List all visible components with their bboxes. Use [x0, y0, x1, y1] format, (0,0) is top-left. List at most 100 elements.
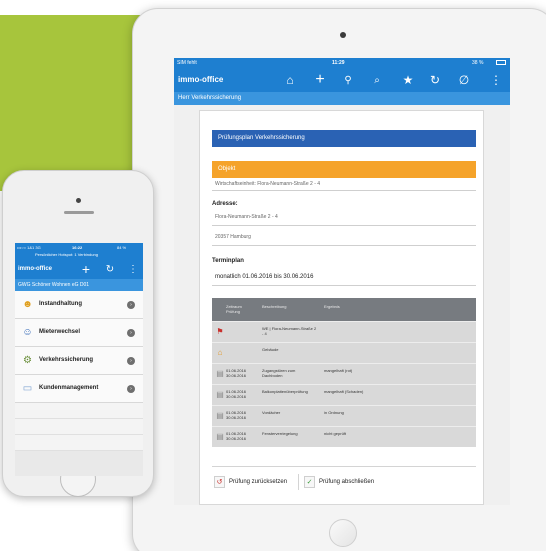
grid-row[interactable]: ⌂ Gebäude [212, 342, 476, 363]
grid-row[interactable]: ▤ 01.06.2016 30.06.2016 Zugangstüren zum… [212, 363, 476, 384]
building-icon: ⌂ [217, 348, 223, 357]
grid-header: Zeitraum Prüfung Beschreibung Ergebnis [212, 298, 476, 321]
search-icon[interactable]: ⌕ [369, 72, 385, 88]
card-icon: ▭ [22, 383, 33, 394]
grid-col-result: Ergebnis [324, 304, 340, 309]
menu-item-label: Kundenmanagement [39, 385, 99, 391]
chevron-right-icon: › [127, 329, 135, 337]
ipad-status-bar: SIM fehlt 11:29 38 % [174, 58, 510, 68]
adresse-label: Adresse: [212, 201, 238, 207]
empty-row [15, 419, 143, 435]
row-desc: Balkonplattenüberprüfung [262, 389, 308, 394]
city-field: 20357 Hamburg [212, 232, 476, 246]
row-desc: WE | Flora-Neumann-Straße 2 - 4 [262, 326, 317, 336]
clock-text: 11:29 [332, 60, 345, 66]
row-date: 01.06.2016 30.06.2016 [226, 389, 247, 399]
menu-item-verkehrssicherung[interactable]: ⚙ Verkehrssicherung › [15, 347, 143, 375]
finish-label: Prüfung abschließen [319, 479, 375, 485]
home-icon[interactable]: ⌂ [282, 72, 298, 88]
battery-text: 38 % [472, 60, 484, 66]
iphone-screen: •••○○ 1&1 3G 16:22 84 % Persönlicher Hot… [15, 243, 143, 476]
inspection-document: Prüfungsplan Verkehrssicherung Objekt Wi… [199, 110, 484, 505]
menu-item-instandhaltung[interactable]: ☻ Instandhaltung › [15, 291, 143, 319]
row-desc: Gebäude [262, 347, 279, 352]
menu-item-label: Mieterwechsel [39, 329, 81, 335]
iphone-camera [76, 198, 81, 203]
ipad-nav-bar: immo-office ⌂ + ⚲ ⌕ ★ ↻ ∅ ⋮ [174, 68, 510, 92]
row-desc: Fensterverriegelung [262, 431, 298, 436]
objekt-header: Objekt [212, 161, 476, 178]
pin-icon: ⚑ [216, 327, 224, 336]
star-icon[interactable]: ★ [400, 72, 416, 88]
hotspot-text: Persönlicher Hotspot: 1 Verbindung [35, 252, 98, 257]
finish-inspection-button[interactable]: ✓ Prüfung abschließen [298, 474, 374, 490]
grid-col-date: Zeitraum Prüfung [226, 304, 242, 314]
iphone-speaker [64, 211, 94, 214]
doc-icon: ▤ [216, 411, 224, 420]
inspection-grid: Zeitraum Prüfung Beschreibung Ergebnis ⚑… [212, 298, 476, 447]
ipad-screen: SIM fehlt 11:29 38 % immo-office ⌂ + ⚲ ⌕… [174, 58, 510, 505]
reset-inspection-button[interactable]: ↺ Prüfung zurücksetzen [214, 474, 287, 490]
menu-item-kundenmanagement[interactable]: ▭ Kundenmanagement › [15, 375, 143, 403]
row-result: mangelhaft (rot) [324, 368, 353, 373]
people-icon: ☺ [22, 327, 33, 338]
chevron-right-icon: › [127, 301, 135, 309]
grid-row[interactable]: ▤ 01.06.2016 30.06.2016 Balkonplattenübe… [212, 384, 476, 405]
paperclip-icon[interactable]: ∅ [456, 72, 472, 88]
doc-icon: ▤ [216, 369, 224, 378]
row-date: 01.06.2016 30.06.2016 [226, 431, 247, 441]
battery-text: 84 % [117, 245, 127, 250]
iphone-status-bar: •••○○ 1&1 3G 16:22 84 % Persönlicher Hot… [15, 243, 143, 259]
chevron-right-icon: › [127, 357, 135, 365]
app-title: immo-office [178, 75, 224, 84]
more-icon[interactable]: ⋮ [488, 72, 504, 88]
plus-icon[interactable]: + [79, 261, 93, 277]
clock-text: 16:22 [72, 245, 83, 250]
grid-row[interactable]: ⚑ WE | Flora-Neumann-Straße 2 - 4 [212, 321, 476, 342]
terminplan-label: Terminplan [212, 258, 244, 264]
row-result: mangelhaft (Schaden) [324, 389, 364, 394]
plus-icon[interactable]: + [312, 71, 328, 88]
row-desc: Vordächer [262, 410, 281, 415]
menu-item-label: Verkehrssicherung [39, 357, 94, 363]
ipad-camera [340, 32, 346, 38]
row-result: in Ordnung [324, 410, 344, 415]
battery-icon [496, 60, 506, 65]
ipad-home-button[interactable] [329, 519, 357, 547]
sync-icon[interactable]: ↻ [427, 72, 443, 88]
plan-title-bar: Prüfungsplan Verkehrssicherung [212, 130, 476, 147]
doc-icon: ▤ [216, 390, 224, 399]
grid-row[interactable]: ▤ 01.06.2016 30.06.2016 Vordächer in Ord… [212, 405, 476, 426]
row-desc: Zugangstüren zum Dachboden [262, 368, 296, 378]
iphone-company-bar: GWG Schöner Wohnen eG D01 [15, 279, 143, 291]
row-date: 01.06.2016 30.06.2016 [226, 368, 247, 378]
terminplan-field: monatlich 01.06.2016 bis 30.06.2016 [212, 270, 476, 286]
reset-icon: ↺ [214, 476, 225, 488]
breadcrumb-text: Herr Verkehrssicherung [178, 95, 242, 101]
menu-item-label: Instandhaltung [39, 301, 82, 307]
main-menu: ☻ Instandhaltung › ☺ Mieterwechsel › ⚙ V… [15, 291, 143, 451]
objekt-field: Wirtschaftseinheit: Flora-Neumann-Straße… [212, 179, 476, 191]
grid-col-desc: Beschreibung [262, 304, 287, 309]
more-icon[interactable]: ⋮ [126, 262, 140, 276]
street-field: Flora-Neumann-Straße 2 - 4 [212, 212, 476, 226]
sync-icon[interactable]: ↻ [103, 262, 117, 276]
carrier-text: •••○○ 1&1 3G [17, 245, 41, 250]
carrier-text: SIM fehlt [177, 60, 197, 66]
doc-icon: ▤ [216, 432, 224, 441]
row-result: nicht geprüft [324, 431, 347, 436]
gear-icon: ⚙ [23, 355, 32, 366]
app-title: immo-office [18, 266, 53, 272]
ipad-breadcrumb-bar: Herr Verkehrssicherung [174, 92, 510, 105]
document-actions: ↺ Prüfung zurücksetzen ✓ Prüfung abschli… [212, 466, 476, 490]
pin-icon[interactable]: ⚲ [340, 72, 356, 88]
row-date: 01.06.2016 30.06.2016 [226, 410, 247, 420]
empty-row [15, 403, 143, 419]
chevron-right-icon: › [127, 385, 135, 393]
empty-row [15, 435, 143, 451]
grid-row[interactable]: ▤ 01.06.2016 30.06.2016 Fensterverriegel… [212, 426, 476, 447]
company-text: GWG Schöner Wohnen eG D01 [18, 282, 90, 288]
iphone-nav-bar: immo-office + ↻ ⋮ [15, 259, 143, 279]
worker-icon: ☻ [22, 299, 33, 310]
menu-item-mieterwechsel[interactable]: ☺ Mieterwechsel › [15, 319, 143, 347]
